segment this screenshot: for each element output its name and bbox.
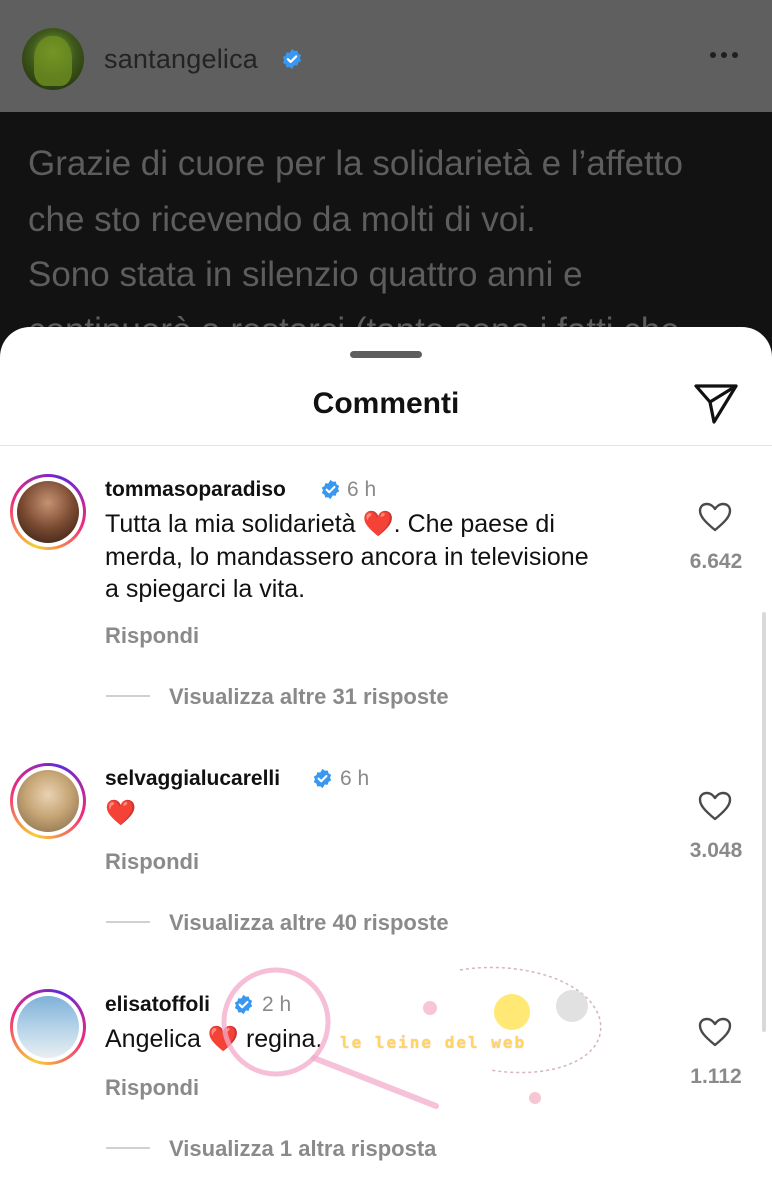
replies-divider [106,921,150,923]
post-caption: Grazie di cuore per la solidarietà e l’a… [28,144,683,350]
view-replies-button[interactable]: Visualizza 1 altra risposta [169,1136,436,1162]
replies-divider [106,695,150,697]
post-author-username[interactable]: santangelica [104,44,258,75]
watermark-text: le leine del web [340,1033,527,1052]
heart-emoji: ❤️ [207,1025,239,1053]
avatar[interactable] [17,481,79,543]
like-count: 1.112 [690,1065,742,1088]
verified-badge-icon [282,48,302,70]
post-header: santangelica [0,0,772,112]
comment-text: Tutta la mia solidarietà ❤️. Che paese d… [105,510,589,603]
heart-like-icon[interactable] [698,791,732,821]
view-replies-button[interactable]: Visualizza altre 40 risposte [169,910,449,936]
heart-like-icon[interactable] [698,502,732,532]
comment-timestamp: 6 h [347,478,377,501]
heart-like-icon[interactable] [698,1017,732,1047]
like-count: 6.642 [689,550,743,573]
comment-username[interactable]: elisatoffoli [105,993,210,1017]
verified-badge-icon [234,994,253,1015]
replies-divider [106,1147,150,1149]
comment-username[interactable]: selvaggialucarelli [105,767,280,791]
sheet-title: Commenti [312,387,460,420]
reply-button[interactable]: Rispondi [105,1075,199,1101]
sheet-drag-handle[interactable] [350,351,422,358]
like-count: 3.048 [689,839,743,862]
verified-badge-icon [313,768,332,789]
avatar[interactable] [17,770,79,832]
avatar[interactable] [17,996,79,1058]
comment-text: ❤️ [105,797,665,830]
reply-button[interactable]: Rispondi [105,623,199,649]
reply-button[interactable]: Rispondi [105,849,199,875]
story-ring[interactable] [10,763,86,839]
comment-username[interactable]: tommasoparadiso [105,478,286,502]
story-ring[interactable] [10,474,86,550]
comment-timestamp: 6 h [340,767,370,790]
heart-emoji: ❤️ [362,510,394,538]
divider [0,445,772,446]
share-icon[interactable] [692,382,740,426]
scrollbar[interactable] [762,612,766,1032]
comments-sheet: Commenti tommasoparadiso 6 h Tutta la mi… [0,327,772,1200]
more-options-icon[interactable] [710,52,738,58]
story-ring[interactable] [10,989,86,1065]
post-author-avatar[interactable] [22,28,84,90]
comment-timestamp: 2 h [262,993,292,1016]
view-replies-button[interactable]: Visualizza altre 31 risposte [169,684,449,710]
heart-emoji: ❤️ [105,799,137,827]
verified-badge-icon [321,479,340,500]
